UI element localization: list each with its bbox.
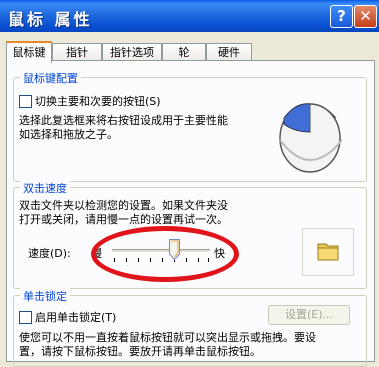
title-bar[interactable]: 鼠标 属性 ? ✕: [0, 0, 379, 32]
switch-buttons-checkbox[interactable]: [19, 95, 32, 108]
red-highlight-oval: [91, 226, 239, 282]
close-button[interactable]: ✕: [354, 5, 377, 28]
tab-panel: 鼠标键配置 切换主要和次要的按钮(S) 选择此复选框来将右按钮设成用于主要性能 …: [6, 60, 375, 367]
tab-wheel[interactable]: 轮: [162, 43, 206, 61]
click-lock-group: 单击锁定 启用单击锁定(T) 设置(E)... 使您可以不用一直按着鼠标按钮就可…: [13, 288, 367, 367]
help-button[interactable]: ?: [330, 5, 353, 28]
tab-hardware[interactable]: 硬件: [206, 43, 252, 61]
button-config-description-2: 如选择和拖放之子。: [19, 128, 118, 141]
click-lock-checkbox[interactable]: [19, 311, 32, 324]
button-config-group: 鼠标键配置 切换主要和次要的按钮(S) 选择此复选框来将右按钮设成用于主要性能 …: [13, 70, 367, 182]
click-lock-settings-button[interactable]: 设置(E)...: [268, 305, 350, 325]
double-click-description-2: 打开或关闭，请用慢一点的设置再试一次。: [19, 213, 228, 226]
tab-pointers[interactable]: 指针: [52, 43, 102, 61]
click-lock-label[interactable]: 启用单击锁定(T): [35, 309, 116, 325]
window-title: 鼠标 属性: [8, 10, 93, 29]
tab-pointer-options[interactable]: 指针选项: [102, 43, 162, 61]
button-config-heading: 鼠标键配置: [20, 70, 81, 86]
speed-label: 速度(D):: [28, 247, 71, 260]
double-click-heading: 双击速度: [20, 180, 70, 196]
switch-buttons-label[interactable]: 切换主要和次要的按钮(S): [35, 93, 161, 109]
click-lock-description-2: 置，请按下鼠标按钮。要放开请再单击鼠标按钮。: [19, 345, 261, 358]
test-folder-area[interactable]: [302, 228, 354, 276]
mouse-icon: [279, 103, 343, 173]
folder-icon: [317, 243, 339, 261]
click-lock-heading: 单击锁定: [20, 288, 70, 304]
tab-buttons[interactable]: 鼠标键: [6, 41, 52, 63]
